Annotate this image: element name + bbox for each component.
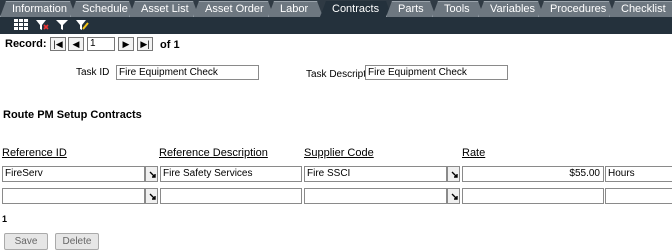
page-number-link[interactable]: 1	[2, 214, 7, 224]
rate-unit-cell[interactable]	[605, 188, 672, 204]
tab-tools[interactable]: Tools	[432, 1, 484, 17]
tab-variables[interactable]: Variables	[478, 1, 544, 17]
tab-parts[interactable]: Parts	[386, 1, 436, 17]
tab-checklist[interactable]: Checklist	[609, 1, 672, 17]
previous-record-button[interactable]: ◀	[68, 37, 84, 51]
last-record-button[interactable]: ▶|	[137, 37, 153, 51]
column-header-reference-id[interactable]: Reference ID	[2, 147, 67, 159]
rate-unit-cell[interactable]: Hours	[605, 166, 672, 182]
task-id-label: Task ID	[76, 67, 110, 78]
rate-cell[interactable]: $55.00	[462, 166, 604, 182]
supplier-code-lookup-icon[interactable]	[447, 188, 460, 204]
tab-contracts[interactable]: Contracts	[320, 1, 392, 17]
task-id-field[interactable]: Fire Equipment Check	[116, 65, 259, 80]
delete-button[interactable]: Delete	[55, 233, 99, 250]
task-description-field[interactable]: Fire Equipment Check	[365, 65, 508, 80]
tab-asset-order[interactable]: Asset Order	[193, 1, 274, 17]
tab-schedule[interactable]: Schedule	[70, 1, 135, 17]
toolbar	[0, 17, 672, 34]
supplier-code-cell[interactable]	[304, 188, 447, 204]
tab-procedures[interactable]: Procedures	[538, 1, 615, 17]
reference-description-cell[interactable]: Fire Safety Services	[160, 166, 302, 182]
save-button[interactable]: Save	[4, 233, 48, 250]
tab-bar: Information Schedule Asset List Asset Or…	[0, 0, 672, 17]
filter-clear-icon[interactable]	[35, 19, 51, 32]
tab-asset-list[interactable]: Asset List	[129, 1, 199, 17]
tab-information[interactable]: Information	[0, 1, 76, 17]
column-header-reference-description[interactable]: Reference Description	[159, 147, 268, 159]
column-header-rate[interactable]: Rate	[462, 147, 485, 159]
filter-edit-icon[interactable]	[75, 19, 91, 32]
next-record-button[interactable]: ▶	[118, 37, 134, 51]
filter-icon[interactable]	[55, 19, 71, 32]
reference-id-lookup-icon[interactable]	[145, 166, 158, 182]
reference-id-cell[interactable]	[2, 188, 145, 204]
reference-id-cell[interactable]: FireServ	[2, 166, 145, 182]
rate-cell[interactable]	[462, 188, 604, 204]
supplier-code-cell[interactable]: Fire SSCI	[304, 166, 447, 182]
record-number-input[interactable]: 1	[87, 37, 115, 51]
section-title: Route PM Setup Contracts	[3, 109, 142, 121]
record-label: Record:	[5, 38, 47, 50]
tab-labor[interactable]: Labor	[268, 1, 323, 17]
first-record-button[interactable]: |◀	[50, 37, 66, 51]
supplier-code-lookup-icon[interactable]	[447, 166, 460, 182]
reference-id-lookup-icon[interactable]	[145, 188, 158, 204]
reference-description-cell[interactable]	[160, 188, 302, 204]
column-header-supplier-code[interactable]: Supplier Code	[304, 147, 374, 159]
grid-icon[interactable]	[14, 19, 30, 32]
record-count: of 1	[160, 39, 180, 51]
